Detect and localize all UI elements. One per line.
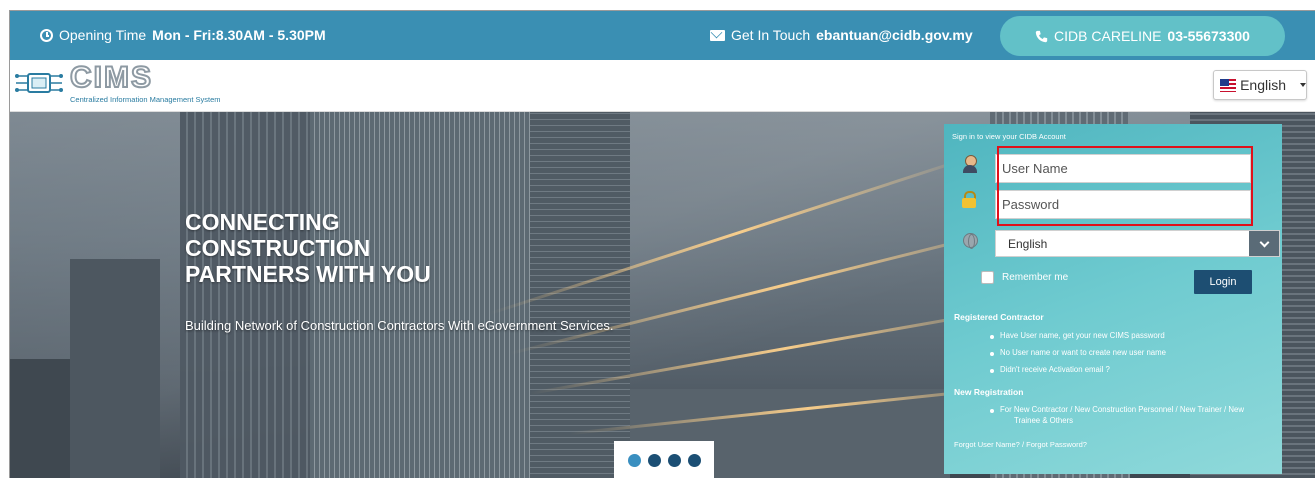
site-header: CIMS Centralized Information Management … [10, 60, 1315, 112]
link-text: No User name or want to create new user … [1000, 348, 1166, 357]
login-button[interactable]: Login [1194, 270, 1252, 294]
opening-time: Opening Time Mon - Fri:8.30AM - 5.30PM [40, 27, 326, 43]
language-select-value: English [1008, 236, 1048, 251]
envelope-icon [710, 29, 725, 41]
globe-icon [963, 233, 978, 249]
get-in-touch[interactable]: Get In Touch ebantuan@cidb.gov.my [710, 27, 973, 43]
login-panel: Sign in to view your CIDB Account User N… [944, 124, 1282, 474]
building-shape [10, 359, 70, 478]
building-shape [310, 112, 530, 478]
link-text: Have User name, get your new CIMS passwo… [1000, 331, 1165, 340]
new-reg-line: Trainee & Others [1014, 416, 1074, 425]
touch-label: Get In Touch [731, 27, 811, 43]
opening-label: Opening Time [59, 27, 147, 43]
language-select[interactable]: English [995, 230, 1280, 257]
opening-value: Mon - Fri:8.30AM - 5.30PM [152, 27, 326, 43]
registered-title: Registered Contractor [954, 312, 1044, 322]
forgot-credentials-link[interactable]: Forgot User Name? / Forgot Password? [954, 440, 1087, 449]
careline-number: 03-55673300 [1167, 28, 1250, 44]
building-shape [70, 259, 160, 478]
clock-icon [40, 28, 53, 42]
careline-button[interactable]: CIDB CARELINE 03-55673300 [1000, 16, 1285, 56]
carousel-dot[interactable] [687, 453, 701, 467]
link-activation-email[interactable]: Didn't receive Activation email ? [990, 364, 1110, 375]
carousel-indicators [614, 441, 714, 478]
cims-logo[interactable]: CIMS Centralized Information Management … [14, 61, 221, 104]
language-dropdown[interactable]: English [1213, 70, 1307, 100]
headline-line: CONNECTING [185, 209, 340, 235]
chevron-down-icon [1259, 237, 1269, 247]
user-icon [962, 155, 978, 173]
caret-down-icon [1300, 83, 1306, 87]
headline-line: CONSTRUCTION [185, 235, 371, 261]
link-get-password[interactable]: Have User name, get your new CIMS passwo… [990, 330, 1165, 341]
new-registration-title: New Registration [954, 387, 1024, 397]
phone-icon [1035, 30, 1048, 42]
link-new-registration[interactable]: For New Contractor / New Construction Pe… [990, 404, 1244, 426]
select-arrow[interactable] [1249, 231, 1279, 256]
careline-label: CIDB CARELINE [1054, 28, 1162, 44]
link-create-username[interactable]: No User name or want to create new user … [990, 347, 1166, 358]
browser-frame: Opening Time Mon - Fri:8.30AM - 5.30PM G… [9, 10, 1315, 478]
remember-checkbox[interactable] [981, 271, 994, 284]
hero-banner: CONNECTING CONSTRUCTION PARTNERS WITH YO… [10, 112, 1315, 478]
circuit-chip-icon [15, 73, 63, 93]
link-text: Didn't receive Activation email ? [1000, 365, 1110, 374]
logo-subtitle: Centralized Information Management Syste… [70, 95, 221, 104]
us-flag-icon [1220, 78, 1237, 92]
lock-icon [962, 191, 976, 209]
touch-email[interactable]: ebantuan@cidb.gov.my [816, 27, 973, 43]
hero-headline: CONNECTING CONSTRUCTION PARTNERS WITH YO… [185, 209, 431, 287]
carousel-dot[interactable] [647, 453, 661, 467]
info-bar: Opening Time Mon - Fri:8.30AM - 5.30PM G… [10, 11, 1315, 60]
hero-tagline: Building Network of Construction Contrac… [185, 318, 614, 333]
carousel-dot[interactable] [667, 453, 681, 467]
remember-me[interactable]: Remember me [981, 271, 1068, 284]
logo-word: CIMS [69, 61, 153, 94]
building-shape [180, 112, 310, 478]
language-selected: English [1240, 77, 1286, 93]
carousel-dot[interactable] [627, 453, 641, 467]
login-caption: Sign in to view your CIDB Account [952, 132, 1066, 141]
new-reg-line: For New Contractor / New Construction Pe… [1000, 405, 1244, 414]
highlight-box [997, 146, 1253, 226]
remember-label: Remember me [1002, 272, 1069, 283]
headline-line: PARTNERS WITH YOU [185, 261, 431, 287]
